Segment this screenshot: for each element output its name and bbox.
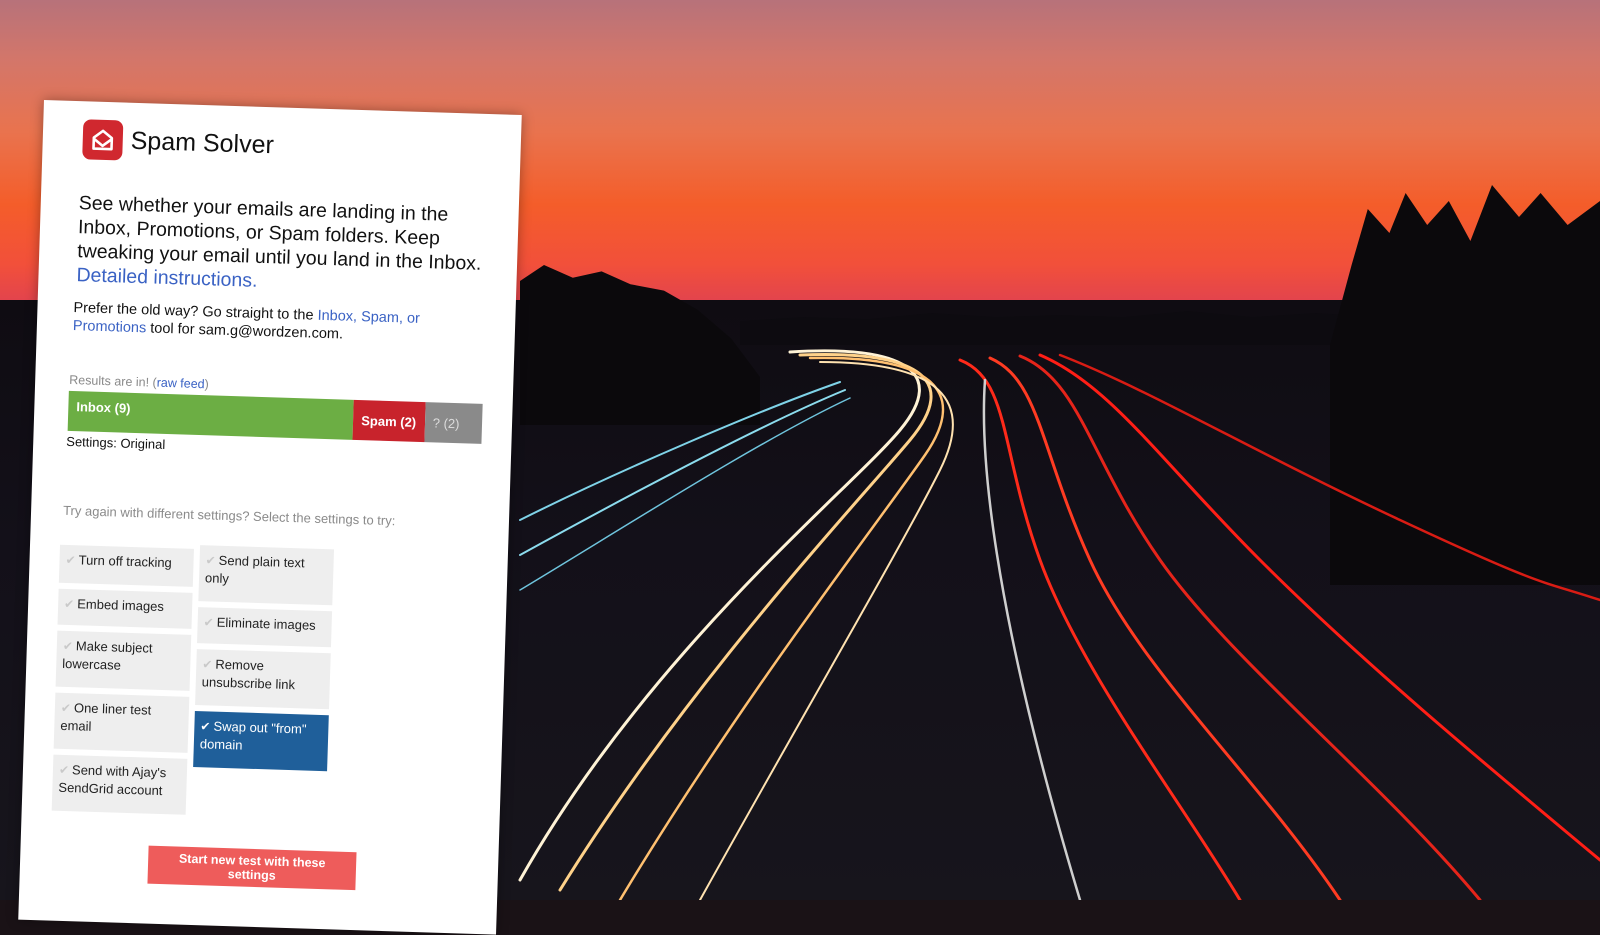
check-icon: ✔ — [200, 719, 211, 734]
red-trail — [1058, 353, 1600, 602]
app-title: Spam Solver — [130, 126, 275, 159]
white-trail — [558, 352, 933, 892]
option-remove-unsubscribe[interactable]: ✔ Remove unsubscribe link — [195, 649, 331, 710]
blue-trail — [519, 381, 841, 521]
blue-trail — [519, 389, 846, 556]
settings-line: Settings: Original — [66, 433, 166, 452]
spam-segment-label: Spam (2) — [361, 412, 417, 430]
option-label: Swap out "from" domain — [199, 718, 307, 753]
envelope-logo-icon — [82, 119, 124, 161]
check-icon: ✔ — [62, 638, 74, 654]
red-trail — [1038, 353, 1600, 862]
option-turn-off-tracking[interactable]: ✔ Turn off tracking — [58, 544, 194, 587]
check-icon: ✔ — [205, 553, 216, 568]
intro-body: See whether your emails are landing in t… — [76, 192, 482, 275]
check-icon: ✔ — [60, 700, 72, 716]
white-trail — [618, 356, 945, 900]
detailed-instructions-link[interactable]: Detailed instructions. — [76, 264, 258, 292]
option-eliminate-images[interactable]: ✔ Eliminate images — [197, 607, 333, 648]
lane-marking — [982, 378, 1082, 900]
results-label: Results are in! (raw feed) — [69, 373, 209, 391]
option-label: Remove unsubscribe link — [201, 656, 296, 693]
intro-text: See whether your emails are landing in t… — [76, 191, 499, 300]
inbox-segment: Inbox (9) — [67, 390, 354, 440]
results-label-suffix: ) — [204, 377, 210, 392]
option-label: Send with Ajay's SendGrid account — [58, 762, 167, 799]
option-ajay-sendgrid[interactable]: ✔ Send with Ajay's SendGrid account — [51, 754, 188, 815]
red-trail — [1018, 354, 1482, 900]
check-icon: ✔ — [202, 657, 213, 672]
old-way-suffix: tool for sam.g@wordzen.com. — [145, 320, 344, 343]
option-label: Send plain text only — [204, 552, 305, 587]
option-label: Embed images — [77, 596, 165, 615]
start-new-test-button[interactable]: Start new test with these settings — [147, 845, 357, 891]
spam-solver-card: Spam Solver See whether your emails are … — [18, 100, 522, 935]
results-label-prefix: Results are in! ( — [68, 372, 157, 390]
option-send-plain-text[interactable]: ✔ Send plain text only — [198, 545, 335, 606]
inbox-segment-label: Inbox (9) — [76, 399, 131, 416]
blue-trail — [519, 397, 851, 591]
check-icon: ✔ — [58, 762, 70, 778]
check-icon: ✔ — [203, 615, 214, 630]
old-way-text: Prefer the old way? Go straight to the I… — [73, 299, 494, 348]
option-lowercase-subject[interactable]: ✔ Make subject lowercase — [55, 630, 192, 691]
white-trail — [699, 361, 954, 900]
brand-header: Spam Solver — [82, 119, 274, 165]
option-label: Turn off tracking — [78, 552, 173, 571]
red-trail — [958, 358, 1242, 900]
raw-feed-link[interactable]: raw feed — [156, 376, 204, 391]
spam-segment: Spam (2) — [352, 399, 426, 443]
check-icon: ✔ — [65, 552, 76, 568]
settings-options: ✔ Turn off tracking ✔ Send plain text only… — [51, 541, 350, 815]
red-trail — [988, 356, 1342, 900]
option-embed-images[interactable]: ✔ Embed images — [57, 588, 193, 629]
unknown-segment: ? (2) — [424, 402, 483, 444]
option-swap-from-domain[interactable]: ✔ Swap out "from" domain — [193, 711, 329, 772]
check-icon: ✔ — [63, 596, 75, 612]
retry-prompt: Try again with different settings? Selec… — [62, 502, 396, 529]
option-label: One liner test email — [60, 700, 152, 734]
option-label: Eliminate images — [216, 614, 316, 633]
unknown-segment-label: ? (2) — [432, 414, 460, 431]
option-one-liner[interactable]: ✔ One liner test email — [53, 692, 190, 753]
option-label: Make subject lowercase — [62, 638, 153, 673]
